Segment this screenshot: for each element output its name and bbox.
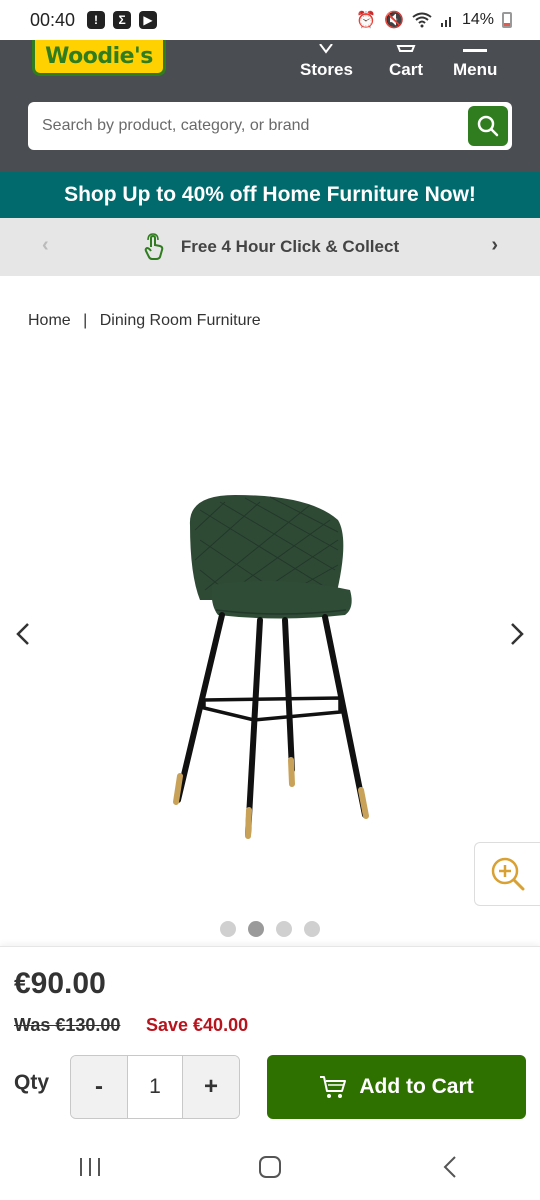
zoom-button[interactable] [474,842,540,906]
menu-icon [463,49,488,52]
qty-increase-button[interactable]: + [183,1056,239,1118]
qty-label: Qty [14,1071,50,1094]
qty-input[interactable]: 1 [127,1056,183,1118]
back-icon [443,1156,456,1178]
add-to-cart-label: Add to Cart [359,1075,474,1098]
search-button[interactable] [468,106,508,146]
battery-percent: 14% [461,11,494,28]
recent-apps-button[interactable] [70,1147,110,1187]
zoom-in-icon [491,857,524,891]
gallery-dot[interactable] [276,921,292,937]
product-image-bar-stool[interactable] [160,480,380,850]
breadcrumb-separator: | [83,312,88,329]
wifi-icon [412,12,432,28]
battery-icon [502,12,512,28]
promo-text: Shop Up to 40% off Home Furniture Now! [64,183,476,206]
home-icon [259,1156,281,1178]
alarm-icon: ⏰ [356,12,377,29]
status-bar: 00:40 ! Σ ▶ ⏰ 🔇 14% [0,0,540,40]
alert-icon: ! [87,11,106,29]
woodies-logo[interactable]: Woodie's [32,40,166,76]
usp-text: Free 4 Hour Click & Collect [180,237,400,256]
usp-prev-chevron-icon[interactable]: ‹ [42,234,49,257]
promo-banner[interactable]: Shop Up to 40% off Home Furniture Now! [0,172,540,218]
back-button[interactable] [430,1147,470,1187]
sigma-icon: Σ [113,11,132,29]
gallery-prev-chevron-icon[interactable] [14,620,34,654]
nav-menu-label: Menu [453,60,498,79]
system-nav-bar [0,1134,540,1200]
status-time: 00:40 [30,9,76,30]
breadcrumb-category[interactable]: Dining Room Furniture [100,312,261,329]
gallery-dot[interactable] [248,921,264,937]
nav-stores[interactable]: Stores [300,44,353,80]
gallery-dots [220,921,320,937]
logo-text: Woodie's [45,44,153,69]
quantity-stepper: - 1 + [70,1055,240,1119]
nav-cart-label: Cart [389,60,424,79]
search-icon [477,115,499,137]
gallery-next-chevron-icon[interactable] [506,620,526,654]
signal-icon [440,17,451,27]
gallery-dot[interactable] [220,921,236,937]
save-amount: Save €40.00 [146,1015,249,1035]
cart-icon [396,45,416,52]
status-right: ⏰ 🔇 14% [356,10,512,30]
was-price: Was €130.00 [14,1015,121,1035]
search-input[interactable] [28,102,448,150]
home-button[interactable] [250,1147,290,1187]
recent-apps-icon [80,1158,100,1176]
hand-tap-icon [141,233,167,261]
qty-decrease-button[interactable]: - [71,1056,127,1118]
site-header: Woodie's Stores Cart Menu [0,40,540,172]
breadcrumb-home[interactable]: Home [28,312,71,329]
purchase-panel: €90.00 Was €130.00 Save €40.00 Qty - 1 +… [0,946,540,1134]
status-left: 00:40 ! Σ ▶ [30,9,158,31]
add-to-cart-button[interactable]: Add to Cart [267,1055,526,1119]
cart-icon [320,1076,347,1098]
search-bar [28,102,512,150]
nav-stores-label: Stores [300,60,353,79]
gallery-dot[interactable] [304,921,320,937]
nav-menu[interactable]: Menu [453,49,498,80]
mute-icon: 🔇 [384,12,404,29]
location-icon [319,44,334,54]
usp-carousel: ‹ Free 4 Hour Click & Collect › [0,218,540,276]
usp-next-chevron-icon[interactable]: › [491,234,498,257]
breadcrumb: Home | Dining Room Furniture [28,312,261,330]
current-price: €90.00 [14,967,106,1000]
nav-cart[interactable]: Cart [389,45,424,80]
youtube-icon: ▶ [139,11,158,29]
